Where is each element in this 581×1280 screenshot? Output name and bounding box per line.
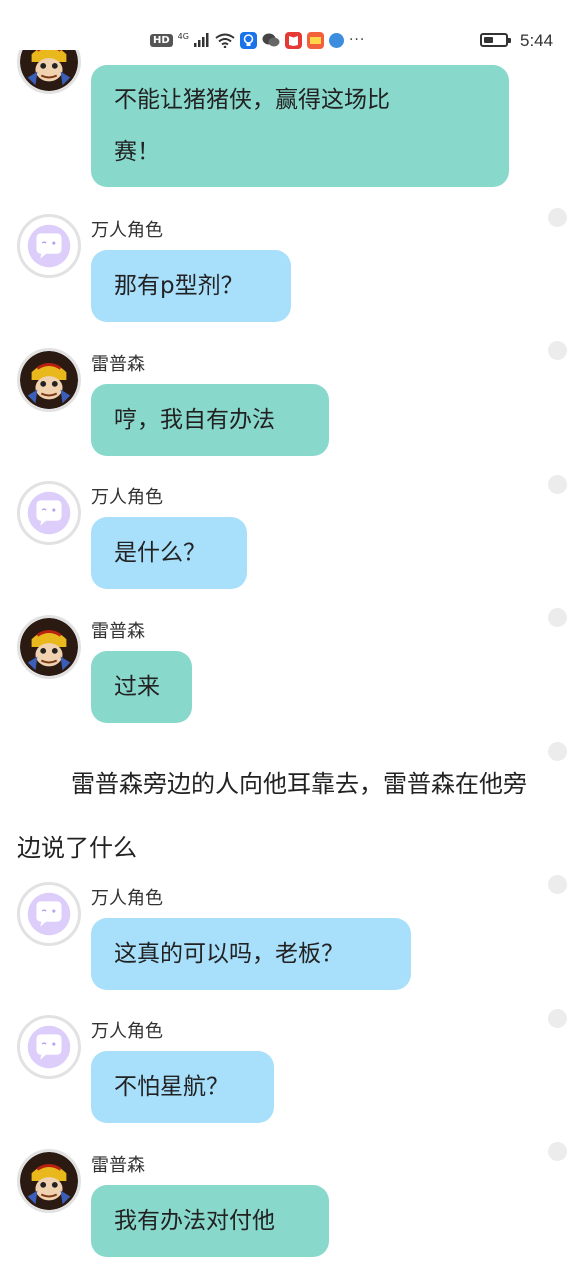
more-icon: ··· <box>348 32 366 48</box>
photo-app-icon <box>306 31 324 49</box>
status-icons: HD 4G ··· <box>150 30 365 50</box>
select-radio[interactable] <box>548 341 567 360</box>
message-bubble[interactable]: 不怕星航？ <box>91 1051 274 1123</box>
hd-icon: HD <box>150 33 173 47</box>
leipusen-avatar[interactable] <box>17 615 81 679</box>
wifi-icon <box>215 33 235 48</box>
select-radio[interactable] <box>548 208 567 227</box>
chat-bubble-avatar[interactable] <box>17 882 81 946</box>
battery-icon <box>480 33 511 47</box>
speaker-name: 万人角色 <box>91 220 163 241</box>
chat-bubble-avatar[interactable] <box>17 1015 81 1079</box>
select-radio[interactable] <box>548 875 567 894</box>
narration-text[interactable]: 雷普森旁边的人向他耳靠去，雷普森在他旁边说了什么 <box>17 752 547 880</box>
speaker-name: 雷普森 <box>91 354 145 375</box>
select-radio[interactable] <box>548 1009 567 1028</box>
message-text-line: 不能让猪猪侠，赢得这场比 <box>114 87 390 113</box>
select-radio[interactable] <box>548 1142 567 1161</box>
message-bubble[interactable]: 我有办法对付他 <box>91 1185 329 1257</box>
message-bubble[interactable]: 是什么？ <box>91 517 247 589</box>
battery-level <box>484 37 493 43</box>
select-radio[interactable] <box>548 475 567 494</box>
browser-icon <box>328 32 344 48</box>
leipusen-avatar[interactable] <box>17 1149 81 1213</box>
wechat-icon <box>262 33 280 48</box>
network-type-icon: 4G <box>177 31 189 41</box>
message-bubble[interactable]: 这真的可以吗，老板？ <box>91 918 411 990</box>
message-bubble[interactable]: 不能让猪猪侠，赢得这场比 赛！ <box>91 65 509 187</box>
message-bubble[interactable]: 哼，我自有办法 <box>91 384 329 456</box>
speaker-name: 雷普森 <box>91 621 145 642</box>
speaker-name: 万人角色 <box>91 888 163 909</box>
message-bubble[interactable]: 那有p型剂？ <box>91 250 291 322</box>
chat-bubble-avatar[interactable] <box>17 481 81 545</box>
select-radio[interactable] <box>548 608 567 627</box>
chat-bubble-avatar[interactable] <box>17 214 81 278</box>
message-text-line: 赛！ <box>114 139 160 165</box>
message-bubble[interactable]: 过来 <box>91 651 192 723</box>
status-bar: HD 4G ··· 5:44 <box>0 0 581 50</box>
signal-icon <box>193 33 210 47</box>
speaker-name: 雷普森 <box>91 1155 145 1176</box>
book-app-icon <box>284 31 302 49</box>
bulb-app-icon <box>239 31 257 49</box>
clock: 5:44 <box>520 31 554 50</box>
select-radio[interactable] <box>548 742 567 761</box>
speaker-name: 万人角色 <box>91 487 163 508</box>
speaker-name: 万人角色 <box>91 1021 163 1042</box>
leipusen-avatar[interactable] <box>17 348 81 412</box>
